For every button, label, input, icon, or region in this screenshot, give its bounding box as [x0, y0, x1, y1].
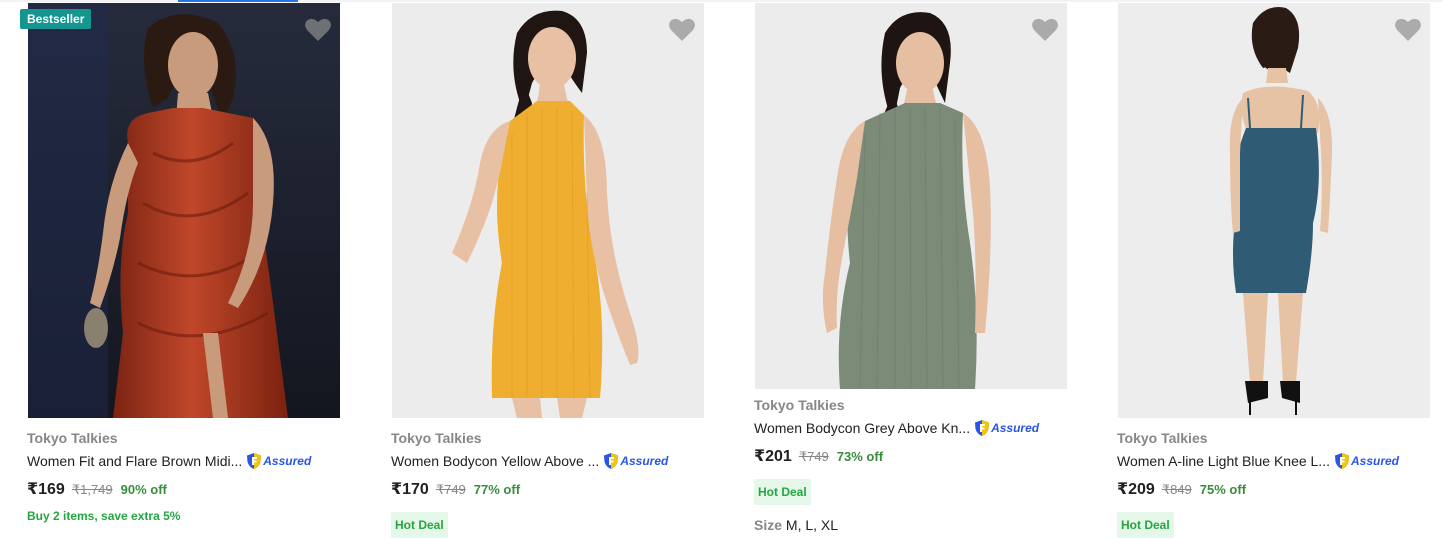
wishlist-heart-icon[interactable]: [668, 17, 696, 43]
wishlist-heart-icon[interactable]: [304, 17, 332, 43]
discount-percent: 73% off: [836, 449, 884, 464]
product-info: Tokyo Talkies Women Bodycon Grey Above K…: [754, 397, 1074, 533]
product-info: Tokyo Talkies Women Bodycon Yellow Above…: [391, 430, 711, 538]
flipkart-assured-icon: [247, 453, 262, 469]
product-image[interactable]: [755, 3, 1067, 389]
assured-label: Assured: [620, 454, 669, 468]
product-image[interactable]: [28, 3, 340, 418]
bestseller-badge: Bestseller: [20, 9, 92, 29]
flipkart-assured-icon: [1334, 453, 1349, 469]
selling-price: ₹169: [27, 481, 65, 498]
assured-label: Assured: [991, 421, 1040, 435]
brand-name: Tokyo Talkies: [391, 430, 482, 446]
product-title[interactable]: Women Bodycon Yellow Above ...: [391, 453, 599, 469]
bulk-offer-text: Buy 2 items, save extra 5%: [27, 509, 181, 523]
selling-price: ₹170: [391, 481, 429, 498]
original-price: ₹749: [435, 482, 466, 497]
product-photo: [1118, 3, 1430, 418]
flipkart-assured-icon: [604, 453, 619, 469]
product-title[interactable]: Women Bodycon Grey Above Kn...: [754, 420, 970, 436]
product-title[interactable]: Women Fit and Flare Brown Midi...: [27, 453, 242, 469]
sizes-label: Size: [754, 517, 783, 533]
brand-name: Tokyo Talkies: [754, 397, 845, 413]
discount-percent: 75% off: [1199, 482, 1247, 497]
discount-percent: 77% off: [473, 482, 521, 497]
assured-badge: Assured: [246, 452, 311, 470]
assured-badge: Assured: [974, 419, 1039, 437]
product-card[interactable]: Bestseller Tokyo Talkies Women Fit and F…: [20, 0, 360, 539]
selling-price: ₹201: [754, 448, 792, 465]
selling-price: ₹209: [1117, 481, 1155, 498]
original-price: ₹849: [1161, 482, 1192, 497]
product-grid: Bestseller Tokyo Talkies Women Fit and F…: [0, 0, 1443, 539]
product-photo: [755, 3, 1067, 389]
original-price: ₹749: [798, 449, 829, 464]
assured-label: Assured: [1350, 454, 1400, 468]
product-card[interactable]: Tokyo Talkies Women A-line Light Blue Kn…: [1110, 0, 1443, 539]
hot-deal-badge: Hot Deal: [391, 512, 448, 538]
product-info: Tokyo Talkies Women Fit and Flare Brown …: [27, 430, 347, 523]
sizes-value: M, L, XL: [785, 517, 839, 533]
product-photo: [392, 3, 704, 418]
discount-percent: 90% off: [120, 482, 167, 497]
product-image[interactable]: [1118, 3, 1430, 418]
assured-badge: Assured: [603, 452, 668, 470]
hot-deal-badge: Hot Deal: [1117, 512, 1174, 538]
product-image[interactable]: [392, 3, 704, 418]
wishlist-heart-icon[interactable]: [1394, 17, 1422, 43]
product-card[interactable]: Tokyo Talkies Women Bodycon Grey Above K…: [747, 0, 1087, 539]
available-sizes: Size M, L, XL: [754, 517, 1074, 533]
product-card[interactable]: Tokyo Talkies Women Bodycon Yellow Above…: [384, 0, 724, 539]
product-title[interactable]: Women A-line Light Blue Knee L...: [1117, 453, 1330, 469]
wishlist-heart-icon[interactable]: [1031, 17, 1059, 43]
product-photo: [28, 3, 340, 418]
product-info: Tokyo Talkies Women A-line Light Blue Kn…: [1117, 430, 1437, 538]
hot-deal-badge: Hot Deal: [754, 479, 811, 505]
flipkart-assured-icon: [975, 420, 990, 436]
assured-badge: Assured: [1334, 452, 1399, 470]
original-price: ₹1,749: [71, 482, 113, 497]
brand-name: Tokyo Talkies: [1117, 430, 1208, 446]
brand-name: Tokyo Talkies: [27, 430, 118, 446]
assured-label: Assured: [263, 454, 312, 468]
